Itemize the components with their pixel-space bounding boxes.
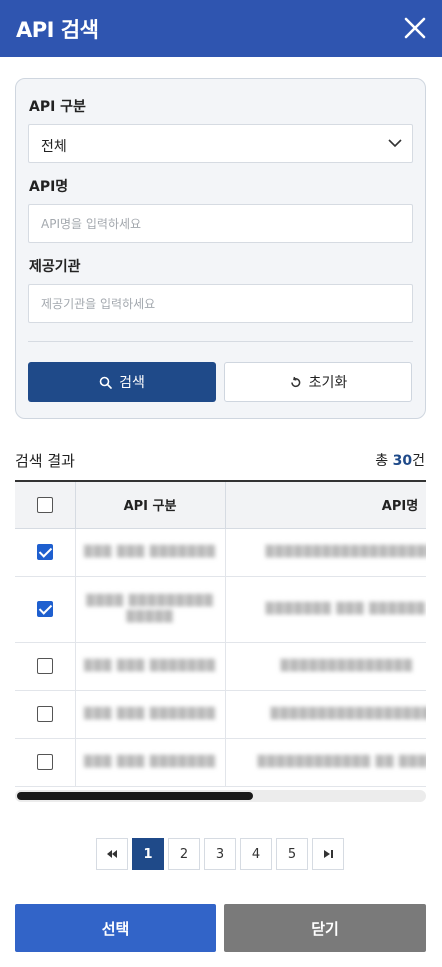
reset-button[interactable]: 초기화 xyxy=(224,362,412,402)
row-checkbox[interactable] xyxy=(36,754,53,770)
scrollbar-thumb[interactable] xyxy=(17,792,253,800)
api-name-input[interactable] xyxy=(41,214,401,234)
results-table-wrapper: API 구분 API명 ▒▒▒ ▒▒▒ ▒▒▒▒▒▒▒ ▒▒▒▒▒▒▒▒▒▒▒▒… xyxy=(15,480,426,805)
select-all-checkbox[interactable] xyxy=(36,496,53,513)
results-count-suffix: 건 xyxy=(412,453,425,469)
api-name-field xyxy=(28,204,413,243)
double-chevron-left-icon xyxy=(107,850,117,858)
api-type-text: ▒▒▒ ▒▒▒ ▒▒▒▒▒▒▒ xyxy=(84,659,216,672)
table-row[interactable]: ▒▒▒▒ ▒▒▒▒▒▒▒▒▒ ▒▒▒▒▒ ▒▒▒▒▒▒▒ ▒▒▒ ▒▒▒▒▒▒ ▒ xyxy=(15,576,427,643)
results-table: API 구분 API명 ▒▒▒ ▒▒▒ ▒▒▒▒▒▒▒ ▒▒▒▒▒▒▒▒▒▒▒▒… xyxy=(15,482,426,787)
panel-divider xyxy=(28,341,413,342)
api-type-select[interactable]: 전체 xyxy=(28,124,413,163)
reset-button-label: 초기화 xyxy=(308,375,348,391)
api-type-cell: ▒▒▒ ▒▒▒ ▒▒▒▒▒▒▒ xyxy=(75,528,226,577)
provider-label: 제공기관 xyxy=(29,259,81,275)
results-count-prefix: 총 xyxy=(375,453,393,469)
modal-title: API 검색 xyxy=(16,18,99,42)
provider-field xyxy=(28,284,413,323)
column-header-api-type: API 구분 xyxy=(75,482,226,529)
api-name-cell: ▒▒▒▒▒▒▒▒▒▒▒▒▒▒▒▒▒ xyxy=(225,690,427,739)
search-button-label: 검색 xyxy=(119,375,145,391)
skip-last-icon xyxy=(324,850,333,858)
modal-header: API 검색 xyxy=(0,0,442,57)
api-type-text: ▒▒▒ ▒▒▒ ▒▒▒▒▒▒▒ xyxy=(84,707,216,720)
close-icon[interactable] xyxy=(401,14,429,42)
row-checkbox[interactable] xyxy=(36,658,53,674)
column-header-api-name: API명 xyxy=(225,482,426,529)
api-type-select-value: 전체 xyxy=(41,139,67,155)
api-name-cell: ▒▒▒▒▒▒▒▒▒▒▒▒▒▒▒▒▒▒ xyxy=(225,528,427,577)
last-page-button[interactable] xyxy=(312,838,344,870)
api-name-cell: ▒▒▒▒▒▒▒▒▒▒▒▒▒▒ xyxy=(225,642,426,691)
api-name-text: ▒▒▒▒▒▒▒▒▒▒▒▒▒▒▒▒▒▒ xyxy=(265,545,427,558)
table-row[interactable]: ▒▒▒ ▒▒▒ ▒▒▒▒▒▒▒ ▒▒▒▒▒▒▒▒▒▒▒▒▒▒ xyxy=(15,642,426,691)
api-type-text: ▒▒▒▒ ▒▒▒▒▒▒▒▒▒ ▒▒▒▒▒ xyxy=(86,594,214,623)
pagination: 1 2 3 4 5 xyxy=(96,838,344,870)
api-name-cell: ▒▒▒▒▒▒▒ ▒▒▒ ▒▒▒▒▒▒ ▒ xyxy=(225,576,427,643)
table-horizontal-scrollbar[interactable] xyxy=(15,790,426,802)
row-checkbox-cell xyxy=(15,642,76,691)
api-type-cell: ▒▒▒ ▒▒▒ ▒▒▒▒▒▒▒ xyxy=(75,642,226,691)
chevron-down-icon xyxy=(388,139,402,148)
select-button[interactable]: 선택 xyxy=(15,904,216,952)
api-name-text: ▒▒▒▒▒▒▒▒▒▒▒▒▒▒▒▒▒ xyxy=(270,707,427,720)
row-checkbox-cell xyxy=(15,528,76,577)
search-button[interactable]: 검색 xyxy=(28,362,216,402)
close-button[interactable]: 닫기 xyxy=(224,904,426,952)
api-name-text: ▒▒▒▒▒▒▒▒▒▒▒▒ ▒▒ ▒▒▒▒▒ xyxy=(257,755,427,768)
first-page-button[interactable] xyxy=(96,838,128,870)
page-button[interactable]: 2 xyxy=(168,838,200,870)
api-name-text: ▒▒▒▒▒▒▒ ▒▒▒ ▒▒▒▒▒▒ ▒ xyxy=(265,602,427,615)
row-checkbox[interactable] xyxy=(36,601,53,617)
api-type-label: API 구분 xyxy=(29,99,86,115)
api-type-cell: ▒▒▒ ▒▒▒ ▒▒▒▒▒▒▒ xyxy=(75,738,226,787)
api-name-cell: ▒▒▒▒▒▒▒▒▒▒▒▒ ▒▒ ▒▒▒▒▒ xyxy=(225,738,427,787)
api-type-cell: ▒▒▒ ▒▒▒ ▒▒▒▒▒▒▒ xyxy=(75,690,226,739)
row-checkbox-cell xyxy=(15,576,76,643)
api-type-text: ▒▒▒ ▒▒▒ ▒▒▒▒▒▒▒ xyxy=(84,545,216,558)
search-filter-panel: API 구분 전체 API명 제공기관 검색 초기화 xyxy=(15,78,426,419)
results-count-number: 30 xyxy=(392,453,413,469)
results-title: 검색 결과 xyxy=(15,452,75,470)
row-checkbox[interactable] xyxy=(36,544,53,560)
page-button[interactable]: 1 xyxy=(132,838,164,870)
search-icon xyxy=(99,376,112,389)
table-row[interactable]: ▒▒▒ ▒▒▒ ▒▒▒▒▒▒▒ ▒▒▒▒▒▒▒▒▒▒▒▒▒▒▒▒▒▒ xyxy=(15,528,427,577)
page-button[interactable]: 5 xyxy=(276,838,308,870)
api-name-text: ▒▒▒▒▒▒▒▒▒▒▒▒▒▒ xyxy=(280,659,413,672)
row-checkbox-cell xyxy=(15,738,76,787)
row-checkbox-cell xyxy=(15,690,76,739)
provider-input[interactable] xyxy=(41,294,401,314)
select-all-header xyxy=(15,482,76,529)
api-name-label: API명 xyxy=(29,179,69,195)
table-header-row: API 구분 API명 xyxy=(15,482,426,529)
page-button[interactable]: 4 xyxy=(240,838,272,870)
results-count: 총 30건 xyxy=(375,450,425,470)
table-row[interactable]: ▒▒▒ ▒▒▒ ▒▒▒▒▒▒▒ ▒▒▒▒▒▒▒▒▒▒▒▒ ▒▒ ▒▒▒▒▒ xyxy=(15,738,427,787)
api-type-text: ▒▒▒ ▒▒▒ ▒▒▒▒▒▒▒ xyxy=(84,755,216,768)
row-checkbox[interactable] xyxy=(36,706,53,722)
refresh-icon xyxy=(290,376,301,387)
page-button[interactable]: 3 xyxy=(204,838,236,870)
api-type-cell: ▒▒▒▒ ▒▒▒▒▒▒▒▒▒ ▒▒▒▒▒ xyxy=(75,576,226,643)
table-row[interactable]: ▒▒▒ ▒▒▒ ▒▒▒▒▒▒▒ ▒▒▒▒▒▒▒▒▒▒▒▒▒▒▒▒▒ xyxy=(15,690,427,739)
